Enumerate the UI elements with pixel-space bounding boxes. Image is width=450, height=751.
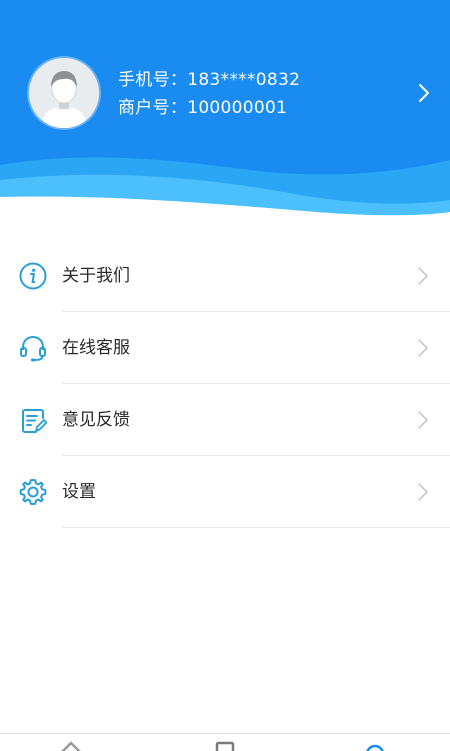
phone-label: 手机号：	[118, 70, 188, 90]
user-icon	[366, 744, 384, 751]
chevron-right-icon	[418, 267, 428, 285]
headset-icon	[20, 335, 46, 362]
menu-item-label: 关于我们	[62, 266, 130, 286]
document-icon	[215, 741, 235, 751]
menu-item-online-service[interactable]: 在线客服	[0, 312, 450, 384]
tab-user[interactable]	[360, 740, 390, 751]
menu-item-label: 意见反馈	[62, 410, 130, 430]
phone-value: 183****0832	[187, 70, 301, 90]
gear-icon	[19, 479, 47, 505]
menu-item-label: 设置	[62, 482, 96, 502]
merchant-value: 100000001	[187, 98, 288, 118]
info-icon	[19, 262, 47, 290]
merchant-line: 商户号：100000001	[118, 94, 300, 122]
menu-item-about-us[interactable]: 关于我们	[0, 240, 450, 312]
chevron-right-icon	[418, 411, 428, 429]
tab-home[interactable]	[56, 740, 86, 751]
avatar	[29, 58, 99, 128]
merchant-label: 商户号：	[118, 98, 188, 118]
chevron-right-icon	[419, 84, 429, 102]
phone-line: 手机号：183****0832	[118, 66, 300, 94]
tab-document[interactable]	[210, 740, 240, 751]
chevron-right-icon	[418, 339, 428, 357]
menu-item-settings[interactable]: 设置	[0, 456, 450, 528]
user-avatar-icon	[29, 58, 99, 128]
profile-card[interactable]: 手机号：183****0832 商户号：100000001	[0, 0, 450, 185]
menu-item-label: 在线客服	[62, 338, 130, 358]
profile-header: 手机号：183****0832 商户号：100000001	[0, 0, 450, 230]
divider	[62, 527, 450, 528]
feedback-icon	[22, 409, 48, 433]
bottom-tab-bar	[0, 733, 450, 751]
home-icon	[61, 741, 81, 751]
menu-list: 关于我们 在线客服 意见反馈 设置	[0, 240, 450, 528]
menu-item-feedback[interactable]: 意见反馈	[0, 384, 450, 456]
chevron-right-icon	[418, 483, 428, 501]
profile-info: 手机号：183****0832 商户号：100000001	[118, 66, 300, 122]
